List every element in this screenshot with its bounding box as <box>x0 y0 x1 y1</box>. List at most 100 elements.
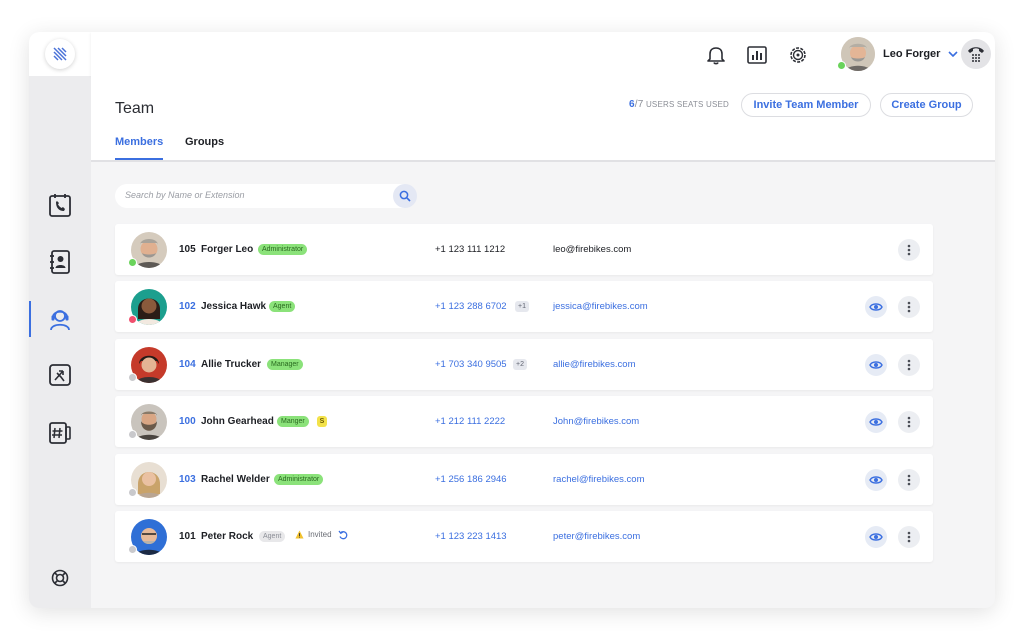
member-extension: 105 <box>179 244 196 255</box>
warning-icon <box>295 530 304 540</box>
sidebar-item-team[interactable] <box>29 301 91 337</box>
member-phone[interactable]: +1 256 186 2946 <box>435 474 507 485</box>
more-vertical-icon <box>907 302 911 313</box>
bar-chart-icon <box>747 46 767 64</box>
member-email[interactable]: allie@firebikes.com <box>553 359 636 370</box>
tab-members[interactable]: Members <box>115 136 164 160</box>
presence-dot <box>128 544 137 554</box>
routing-icon <box>49 364 71 386</box>
dialpad-button[interactable] <box>961 39 991 69</box>
chevron-down-icon <box>948 51 959 57</box>
help-button[interactable] <box>29 566 91 590</box>
role-badge: Manager <box>267 358 303 370</box>
bell-icon <box>707 47 725 65</box>
row-menu-button[interactable] <box>898 468 920 491</box>
member-email[interactable]: rachel@firebikes.com <box>553 474 644 485</box>
sidebar-item-numbers[interactable] <box>29 415 91 451</box>
presence-dot <box>128 258 137 267</box>
member-phone: +1 123 111 1212 <box>435 244 506 255</box>
seats-used-label: USERS SEATS USED <box>643 100 730 109</box>
role-badge: Administrator <box>274 473 324 485</box>
sidebar-item-calls[interactable] <box>29 187 91 223</box>
table-row[interactable]: 104 Allie Trucker Manager +1 703 340 950… <box>115 338 933 390</box>
member-phone[interactable]: +1 123 223 1413 <box>435 531 507 542</box>
view-member-button[interactable] <box>865 525 887 548</box>
phone-calendar-icon <box>49 194 71 217</box>
member-extension: 101 <box>179 530 196 542</box>
table-row[interactable]: 102 Jessica Hawk Agent +1 123 288 6702 +… <box>115 281 933 333</box>
tab-groups[interactable]: Groups <box>185 136 224 148</box>
more-vertical-icon <box>907 359 911 371</box>
contacts-icon <box>50 250 70 274</box>
app-window: Leo Forger Team 6/7 USERS SEATS USED Inv… <box>29 32 995 608</box>
eye-icon <box>869 418 883 426</box>
phone-more-badge[interactable]: +2 <box>513 358 527 370</box>
row-menu-button[interactable] <box>898 525 920 548</box>
table-row[interactable]: 105 Forger Leo Administrator +1 123 111 … <box>115 224 933 275</box>
extra-badge: S <box>317 416 327 428</box>
role-badge: Manger <box>277 416 309 428</box>
eye-icon <box>869 361 883 369</box>
view-member-button[interactable] <box>865 296 887 319</box>
member-email[interactable]: jessica@firebikes.com <box>553 301 648 312</box>
member-extension[interactable]: 103 <box>179 474 196 485</box>
member-phone[interactable]: +1 212 111 2222 <box>435 416 505 427</box>
member-phone[interactable]: +1 703 340 9505 <box>435 359 507 370</box>
hash-device-icon <box>49 422 71 444</box>
phone-more-badge[interactable]: +1 <box>515 301 529 313</box>
more-vertical-icon <box>907 474 911 485</box>
row-menu-button[interactable] <box>898 239 920 261</box>
app-logo[interactable] <box>45 39 75 69</box>
resend-invite-icon[interactable] <box>338 530 348 540</box>
view-member-button[interactable] <box>865 468 887 491</box>
user-avatar-image <box>841 37 875 71</box>
role-badge: Administrator <box>258 244 308 255</box>
settings-button[interactable] <box>787 44 809 66</box>
invite-status: Invited <box>295 530 348 540</box>
search-input[interactable] <box>125 190 375 200</box>
row-menu-button[interactable] <box>898 411 920 434</box>
member-email[interactable]: John@firebikes.com <box>553 416 639 427</box>
more-vertical-icon <box>907 416 911 428</box>
member-extension[interactable]: 104 <box>179 359 196 370</box>
view-member-button[interactable] <box>865 411 887 434</box>
presence-dot <box>128 487 137 497</box>
sidebar-item-contacts[interactable] <box>29 244 91 280</box>
dialpad-icon <box>968 47 984 62</box>
view-member-button[interactable] <box>865 353 887 376</box>
row-menu-button[interactable] <box>898 296 920 319</box>
user-menu[interactable]: Leo Forger <box>837 37 959 71</box>
presence-dot <box>128 430 137 440</box>
eye-icon <box>869 533 883 541</box>
create-group-button[interactable]: Create Group <box>880 93 973 117</box>
member-email[interactable]: peter@firebikes.com <box>553 531 640 542</box>
search-button[interactable] <box>393 184 417 208</box>
invite-team-member-button[interactable]: Invite Team Member <box>741 93 871 117</box>
gear-icon <box>790 47 806 63</box>
member-name: Jessica Hawk <box>201 301 267 313</box>
row-menu-button[interactable] <box>898 353 920 376</box>
member-extension[interactable]: 100 <box>179 416 196 427</box>
search-icon <box>399 190 411 202</box>
member-extension[interactable]: 102 <box>179 301 196 312</box>
member-name: Forger Leo <box>201 244 254 255</box>
table-row[interactable]: 103 Rachel Welder Administrator +1 256 1… <box>115 453 933 505</box>
invite-status-label: Invited <box>308 530 332 540</box>
logo-icon <box>53 47 67 61</box>
top-bar: Leo Forger <box>91 32 995 76</box>
member-name: Rachel Welder <box>201 473 270 485</box>
lifebuoy-icon <box>51 569 69 587</box>
user-online-dot <box>837 61 846 70</box>
table-row[interactable]: 100 John Gearhead Manger S +1 212 111 22… <box>115 396 933 448</box>
notifications-button[interactable] <box>705 44 727 66</box>
logo-box <box>29 32 91 76</box>
sidebar-item-routing[interactable] <box>29 358 91 394</box>
reports-button[interactable] <box>746 44 768 66</box>
more-vertical-icon <box>907 531 911 543</box>
role-badge: Agent <box>269 301 296 313</box>
member-name: Peter Rock <box>201 530 254 542</box>
member-phone[interactable]: +1 123 288 6702 <box>435 301 507 312</box>
eye-icon <box>869 303 883 312</box>
member-email: leo@firebikes.com <box>553 244 632 255</box>
table-row[interactable]: 101 Peter Rock Agent Invited +1 123 223 … <box>115 510 933 562</box>
